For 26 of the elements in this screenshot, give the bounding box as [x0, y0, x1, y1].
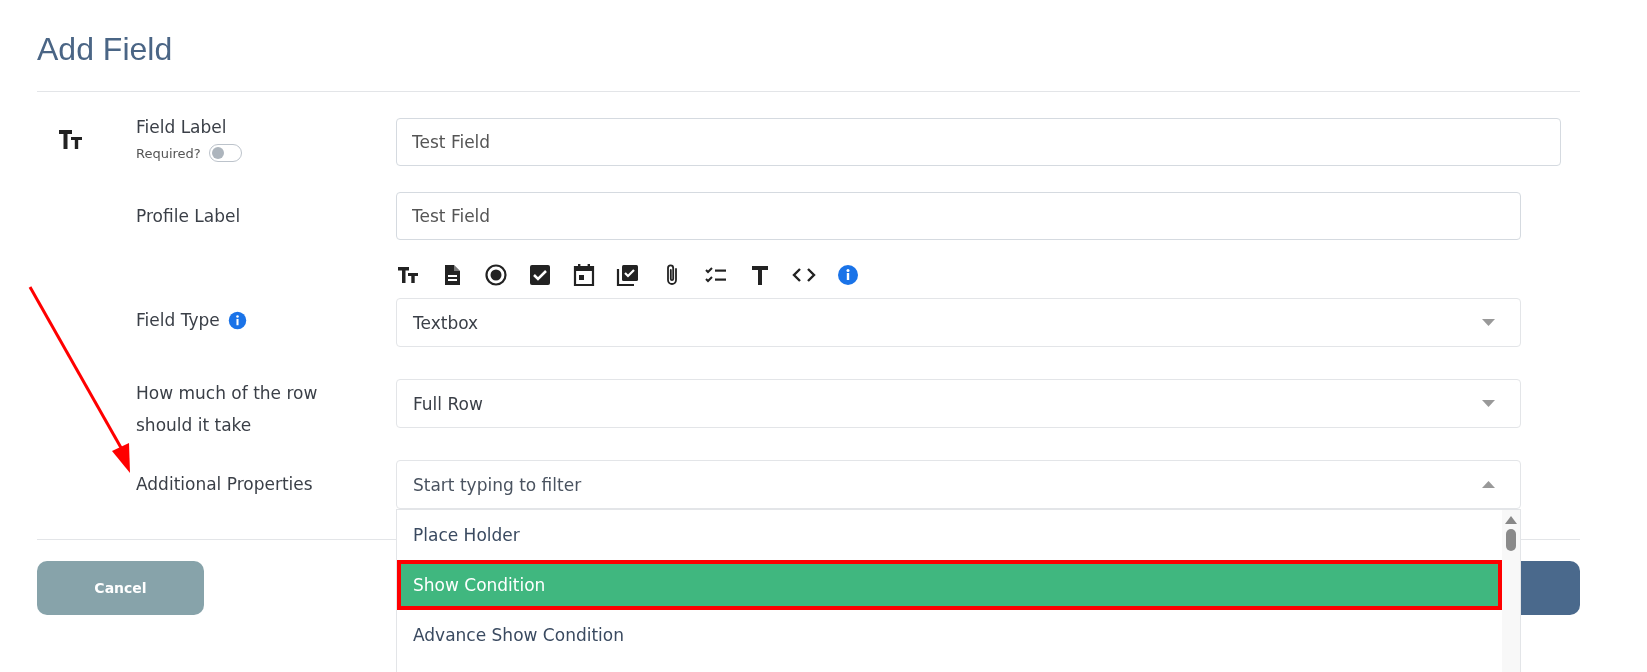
row-width-label: How much of the row should it take [136, 382, 319, 437]
required-toggle[interactable] [208, 144, 242, 162]
text-size-icon [58, 128, 84, 150]
required-label: Required? [136, 145, 201, 161]
info-icon[interactable] [227, 310, 247, 330]
calendar-icon[interactable] [572, 263, 596, 287]
page-title: Add Field [37, 30, 174, 69]
checkbox-stack-icon[interactable] [616, 263, 640, 287]
checkbox-icon[interactable] [528, 263, 552, 287]
profile-label-input[interactable]: Test Field [396, 192, 1521, 240]
scroll-up-icon[interactable] [1505, 516, 1517, 524]
caret-icon [1482, 400, 1495, 407]
radio-button-icon[interactable] [484, 263, 508, 287]
profile-label: Profile Label [136, 205, 242, 227]
caret-icon [1482, 319, 1495, 326]
field-type-label: Field Type [136, 310, 220, 330]
row-width-select[interactable]: Full Row [396, 379, 1521, 428]
dropdown-option[interactable]: Place Holder [397, 510, 1502, 560]
field-label-input[interactable]: Test Field [396, 118, 1561, 166]
info-icon[interactable] [836, 263, 860, 287]
scrollbar[interactable] [1502, 510, 1520, 672]
additional-properties-label: Additional Properties [136, 473, 314, 495]
dropdown-option[interactable]: Advance Show Condition [397, 610, 1502, 660]
field-type-select[interactable]: Textbox [396, 298, 1521, 347]
scrollbar-thumb[interactable] [1506, 529, 1516, 551]
field-label: Field Label [136, 116, 228, 138]
